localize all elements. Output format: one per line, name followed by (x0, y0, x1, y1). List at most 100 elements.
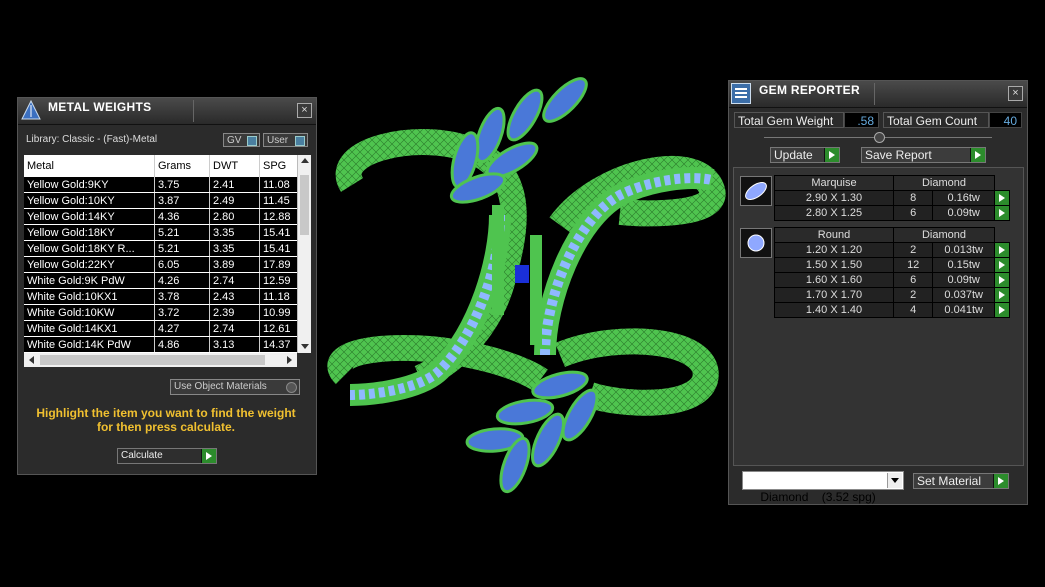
material-select[interactable]: Diamond (3.52 spg) (742, 471, 904, 504)
table-row[interactable]: Yellow Gold:22KY 6.05 3.89 17.89 (24, 256, 307, 273)
gem-row[interactable]: 1.20 X 1.20 2 0.013tw (774, 242, 1010, 258)
ring-model (327, 77, 726, 494)
library-label: Library: Classic - (Fast)-Metal (26, 134, 158, 145)
table-cell: 2.43 (209, 288, 260, 305)
gem-row[interactable]: 1.70 X 1.70 2 0.037tw (774, 287, 1010, 303)
gem-size-cell: 1.50 X 1.50 (774, 257, 894, 273)
round-gem-icon (740, 228, 772, 258)
vertical-scrollbar[interactable] (297, 155, 311, 353)
gem-list-area: Marquise Diamond 2.90 X 1.30 8 0.16tw 2.80 … (733, 167, 1024, 466)
table-row[interactable]: Yellow Gold:18KY R... 5.21 3.35 15.41 (24, 240, 307, 257)
gem-row[interactable]: 1.40 X 1.40 4 0.041tw (774, 302, 1010, 318)
save-report-button[interactable]: Save Report (861, 147, 986, 163)
header-spacer (994, 175, 1010, 191)
round-material-header: Diamond (893, 227, 995, 243)
table-cell: 3.89 (209, 256, 260, 273)
scroll-up-icon[interactable] (301, 158, 309, 163)
metal-table: Metal Grams DWT SPG Yellow Gold:9KY 3.75 2… (24, 155, 307, 353)
gem-row[interactable]: 2.80 X 1.25 6 0.09tw (774, 205, 1010, 221)
user-toggle-label: User (267, 135, 289, 146)
gem-reporter-title: GEM REPORTER (759, 83, 860, 97)
select-gem-button[interactable] (994, 205, 1010, 221)
select-gem-button[interactable] (994, 242, 1010, 258)
slider-handle[interactable] (874, 132, 885, 143)
play-icon (824, 148, 839, 162)
close-icon[interactable]: × (1008, 86, 1023, 101)
scroll-thumb-horizontal[interactable] (40, 355, 265, 365)
select-gem-button[interactable] (994, 302, 1010, 318)
col-header-dwt[interactable]: DWT (209, 155, 260, 177)
table-cell: 5.21 (154, 224, 210, 241)
table-cell: Yellow Gold:10KY (24, 192, 155, 209)
title-divider (193, 100, 194, 122)
gem-row[interactable]: 2.90 X 1.30 8 0.16tw (774, 190, 1010, 206)
table-row[interactable]: Yellow Gold:10KY 3.87 2.49 11.45 (24, 192, 307, 209)
table-row[interactable]: Yellow Gold:18KY 5.21 3.35 15.41 (24, 224, 307, 241)
toggle-indicator (295, 136, 305, 146)
table-cell: 3.72 (154, 304, 210, 321)
table-cell: 2.74 (209, 320, 260, 337)
gem-count-cell: 2 (892, 242, 934, 258)
gem-weight-cell: 0.09tw (932, 205, 995, 221)
set-material-button[interactable]: Set Material (913, 473, 1009, 489)
table-cell: 3.87 (154, 192, 210, 209)
gem-row[interactable]: 1.50 X 1.50 12 0.15tw (774, 257, 1010, 273)
table-row[interactable]: Yellow Gold:9KY 3.75 2.41 11.08 (24, 177, 307, 193)
gv-toggle-label: GV (227, 135, 242, 146)
gem-count-cell: 8 (892, 190, 934, 206)
table-cell: White Gold:9K PdW (24, 272, 155, 289)
toggle-indicator (247, 136, 257, 146)
table-cell: White Gold:14K PdW (24, 336, 155, 353)
table-cell: White Gold:10KW (24, 304, 155, 321)
gem-size-cell: 1.70 X 1.70 (774, 287, 894, 303)
play-icon (201, 449, 216, 463)
gem-size-cell: 1.40 X 1.40 (774, 302, 894, 318)
table-row[interactable]: White Gold:14KX1 4.27 2.74 12.61 (24, 320, 307, 337)
total-weight-label: Total Gem Weight (734, 112, 844, 128)
update-button[interactable]: Update (770, 147, 840, 163)
gem-count-cell: 6 (892, 272, 934, 288)
table-row[interactable]: White Gold:14K PdW 4.86 3.13 14.37 (24, 336, 307, 353)
table-cell: 3.35 (209, 224, 260, 241)
scroll-thumb[interactable] (300, 175, 309, 235)
scroll-down-icon[interactable] (301, 344, 309, 349)
select-gem-button[interactable] (994, 287, 1010, 303)
scroll-right-icon[interactable] (287, 356, 292, 364)
calculate-label: Calculate (121, 450, 163, 461)
gem-weight-cell: 0.013tw (932, 242, 995, 258)
gem-weight-cell: 0.15tw (932, 257, 995, 273)
table-row[interactable]: White Gold:10KW 3.72 2.39 10.99 (24, 304, 307, 321)
gem-count-cell: 4 (892, 302, 934, 318)
marquise-material-header: Diamond (893, 175, 995, 191)
select-gem-button[interactable] (994, 190, 1010, 206)
table-cell: 4.86 (154, 336, 210, 353)
chevron-down-icon[interactable] (887, 473, 902, 488)
metal-weights-titlebar[interactable]: METAL WEIGHTS × (18, 98, 316, 125)
col-header-metal[interactable]: Metal (24, 155, 155, 177)
table-row[interactable]: White Gold:10KX1 3.78 2.43 11.18 (24, 288, 307, 305)
col-header-grams[interactable]: Grams (154, 155, 210, 177)
select-gem-button[interactable] (994, 272, 1010, 288)
calculate-button[interactable]: Calculate (117, 448, 217, 464)
user-toggle[interactable]: User (263, 133, 308, 147)
table-row[interactable]: White Gold:9K PdW 4.26 2.74 12.59 (24, 272, 307, 289)
material-select-value: Diamond (3.52 spg) (760, 490, 876, 504)
close-icon[interactable]: × (297, 103, 312, 118)
save-report-label: Save Report (865, 148, 932, 162)
radio-indicator (286, 382, 297, 393)
scale-icon (20, 99, 42, 121)
horizontal-scrollbar[interactable] (24, 353, 297, 367)
gv-toggle[interactable]: GV (223, 133, 260, 147)
gem-count-cell: 6 (892, 205, 934, 221)
gem-reporter-titlebar[interactable]: GEM REPORTER × (729, 81, 1027, 108)
scroll-left-icon[interactable] (29, 356, 34, 364)
table-row[interactable]: Yellow Gold:14KY 4.36 2.80 12.88 (24, 208, 307, 225)
select-gem-button[interactable] (994, 257, 1010, 273)
gem-size-cell: 1.60 X 1.60 (774, 272, 894, 288)
use-object-materials-toggle[interactable]: Use Object Materials (170, 379, 300, 395)
table-cell: 2.39 (209, 304, 260, 321)
gem-row[interactable]: 1.60 X 1.60 6 0.09tw (774, 272, 1010, 288)
table-cell: White Gold:10KX1 (24, 288, 155, 305)
gem-count-cell: 12 (892, 257, 934, 273)
marquise-table: Marquise Diamond 2.90 X 1.30 8 0.16tw 2.80 … (774, 175, 1010, 221)
